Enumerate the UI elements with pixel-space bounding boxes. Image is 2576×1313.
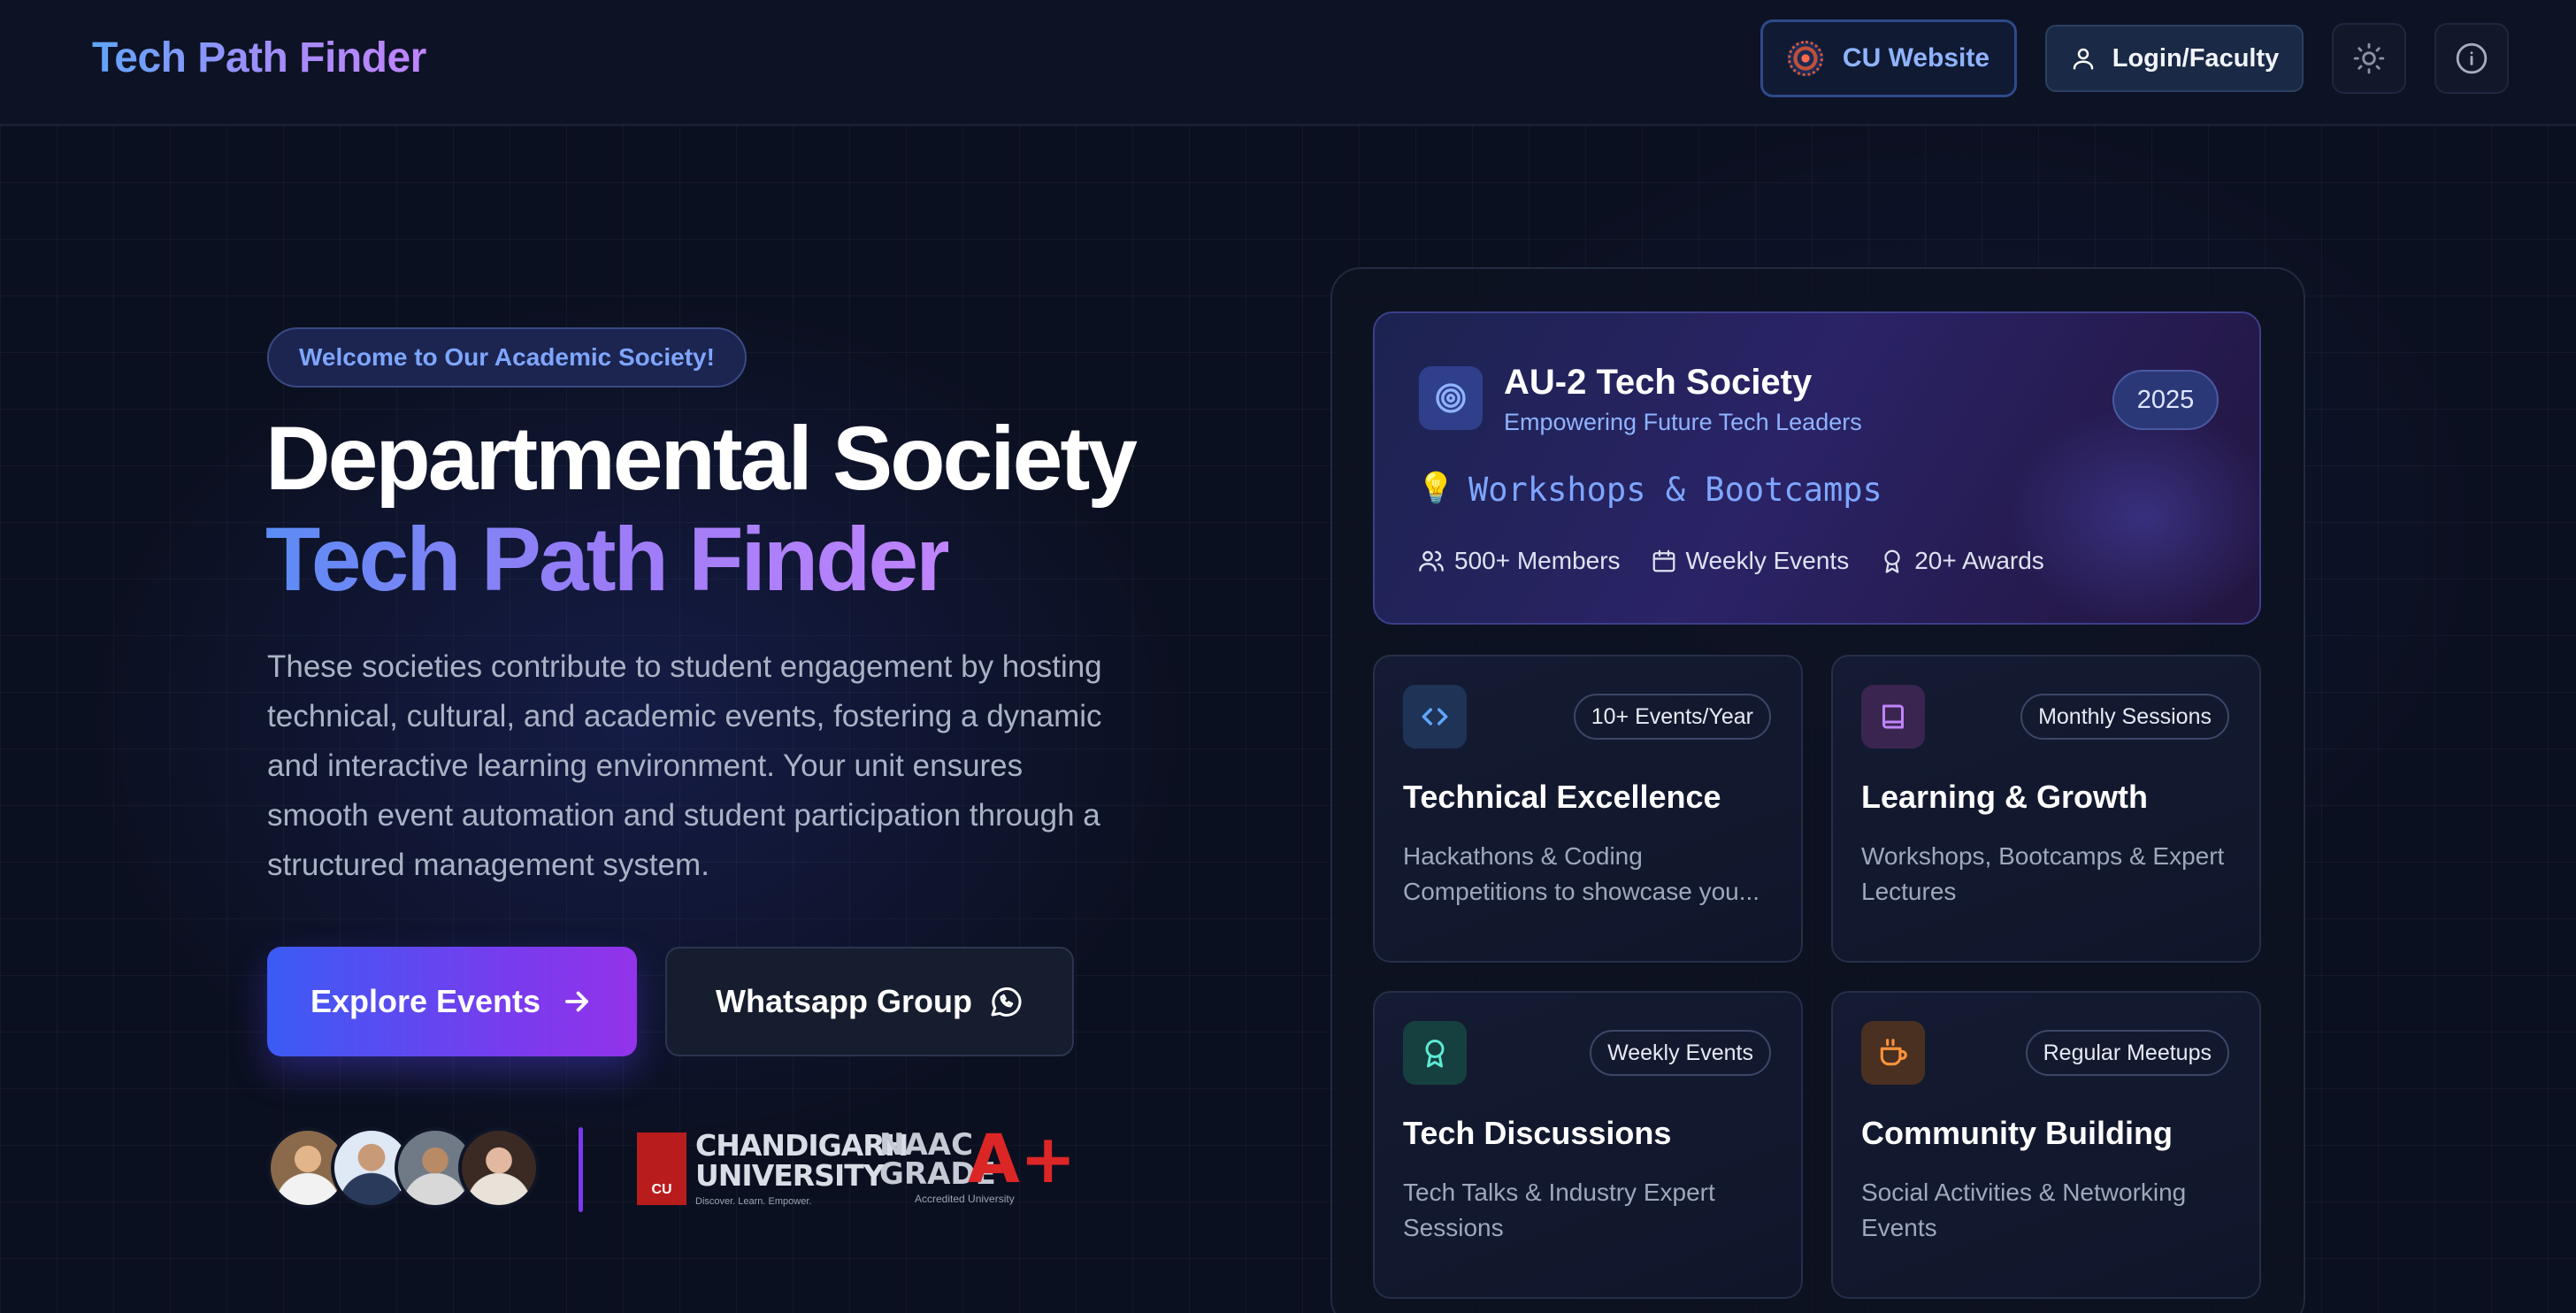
year-badge: 2025 [2112,370,2219,430]
hero-title: Departmental Society [265,408,1138,509]
card-title: Learning & Growth [1861,779,2148,815]
stat-events-label: Weekly Events [1685,547,1850,574]
society-stats: 500+ Members Weekly Events 20+ Awards [1417,547,2044,575]
award-icon [1884,549,1900,573]
card-badge: Weekly Events [1590,1030,1771,1076]
naac-grade: A+ [968,1119,1077,1198]
whatsapp-group-button[interactable]: Whatsapp Group [665,947,1074,1056]
login-label: Login/Faculty [2112,43,2280,73]
naac-logo: NAAC GRADE A+ Accredited University [879,1124,1077,1210]
card-technical-excellence[interactable]: 10+ Events/Year Technical Excellence Hac… [1373,655,1803,963]
info-icon [2456,42,2488,74]
coffee-icon-container [1861,1021,1925,1085]
users-icon [1419,550,1444,572]
card-badge: Regular Meetups [2025,1030,2229,1076]
card-community-building[interactable]: Regular Meetups Community Building Socia… [1831,991,2261,1299]
cu-tagline: Discover. Learn. Empower. [695,1196,812,1207]
theme-toggle-button[interactable] [2332,23,2406,94]
cu-website-button[interactable]: CU Website [1760,19,2017,97]
chandigarh-university-logo: CU CHANDIGARH UNIVERSITY Discover. Learn.… [637,1131,908,1207]
sun-icon [2353,42,2385,74]
card-title: Technical Excellence [1403,779,1721,815]
navbar: Tech Path Finder CU Website Login/Facult… [0,0,2576,126]
cu-website-label: CU Website [1842,43,1990,73]
explore-events-label: Explore Events [310,983,541,1019]
lightbulb-icon: 💡 [1417,472,1455,505]
calendar-icon [1652,549,1675,572]
stat-events: Weekly Events [1651,547,1850,575]
code-icon-container [1403,685,1467,749]
cu-logo-icon [1787,41,1823,76]
cu-name-line2: UNIVERSITY [695,1158,885,1193]
typing-text: Workshops & Bootcamps [1468,471,1882,509]
arrow-right-icon [565,991,589,1012]
avatar [458,1127,540,1209]
hero-title-gradient: Tech Path Finder [265,509,951,610]
card-description: Tech Talks & Industry Expert Sessions [1403,1179,1715,1241]
book-icon [1882,704,1904,729]
coffee-icon [1880,1039,1907,1066]
target-icon-container [1419,366,1483,430]
society-title: AU-2 Tech Society [1504,363,1813,402]
society-feature-card: AU-2 Tech Society Empowering Future Tech… [1373,311,2261,625]
society-subtitle: Empowering Future Tech Leaders [1504,409,1862,435]
explore-events-button[interactable]: Explore Events [267,947,637,1056]
card-description: Social Activities & Networking Events [1861,1179,2187,1241]
info-button[interactable] [2434,23,2509,94]
book-icon-container [1861,685,1925,749]
stat-awards-label: 20+ Awards [1914,547,2044,574]
stat-members: 500+ Members [1417,547,1621,575]
card-badge: Monthly Sessions [2020,694,2229,740]
award-icon-container [1403,1021,1467,1085]
naac-accredited: Accredited University [915,1193,1015,1205]
cu-emblem-icon: CU [637,1133,686,1205]
user-icon [2073,48,2093,70]
welcome-badge: Welcome to Our Academic Society! [267,327,747,388]
stat-awards: 20+ Awards [1879,547,2044,575]
card-tech-discussions[interactable]: Weekly Events Tech Discussions Tech Talk… [1373,991,1803,1299]
stat-members-label: 500+ Members [1454,547,1621,574]
card-learning-growth[interactable]: Monthly Sessions Learning & Growth Works… [1831,655,2261,963]
card-title: Tech Discussions [1403,1115,1672,1151]
login-faculty-button[interactable]: Login/Faculty [2045,25,2304,92]
brand-logo[interactable]: Tech Path Finder [92,34,426,82]
award-icon [1425,1040,1445,1068]
card-description: Hackathons & Coding Competitions to show… [1403,842,1760,905]
whatsapp-icon [991,987,1022,1017]
card-title: Community Building [1861,1115,2173,1151]
card-description: Workshops, Bootcamps & Expert Lectures [1861,842,2225,905]
target-icon [1436,383,1466,413]
code-icon [1422,708,1448,726]
hero-description: These societies contribute to student en… [267,649,1102,882]
card-badge: 10+ Events/Year [1573,694,1771,740]
logo-divider [579,1127,583,1212]
whatsapp-label: Whatsapp Group [716,983,972,1019]
